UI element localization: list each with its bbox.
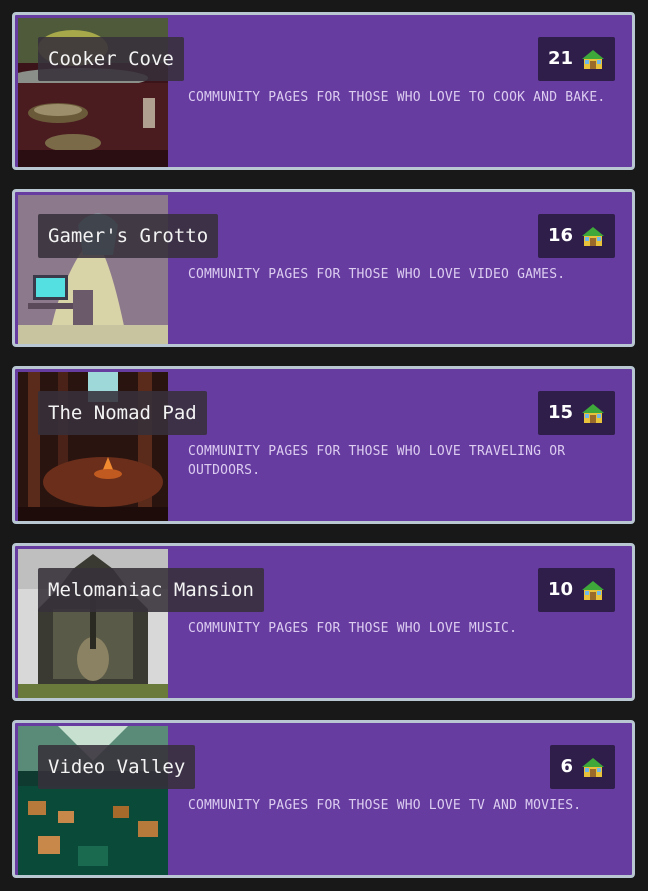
community-card-melomaniac-mansion[interactable]: Melomaniac Mansion 10 COMMUNITY PAGES FO… xyxy=(12,543,635,701)
community-description: COMMUNITY PAGES FOR THOSE WHO LOVE VIDEO… xyxy=(188,267,566,282)
page-count-badge: 16 xyxy=(537,214,615,258)
house-icon xyxy=(581,401,605,425)
house-icon xyxy=(581,578,605,602)
community-card-the-nomad-pad[interactable]: The Nomad Pad 15 COMMUNITY PAGES FOR THO… xyxy=(12,366,635,524)
community-list: Cooker Cove 21 COMMUNITY PAGES FOR THOSE… xyxy=(0,0,648,891)
house-icon xyxy=(581,47,605,71)
house-icon xyxy=(581,755,605,779)
community-title: Cooker Cove xyxy=(38,37,184,81)
community-description: COMMUNITY PAGES FOR THOSE WHO LOVE TRAVE… xyxy=(188,444,566,478)
page-count: 15 xyxy=(547,402,573,423)
house-icon xyxy=(581,224,605,248)
page-count-badge: 6 xyxy=(550,745,615,789)
page-count-badge: 10 xyxy=(537,568,615,612)
community-description: COMMUNITY PAGES FOR THOSE WHO LOVE MUSIC… xyxy=(188,621,518,636)
community-card-gamers-grotto[interactable]: Gamer's Grotto 16 COMMUNITY PAGES FOR TH… xyxy=(12,189,635,347)
community-card-cooker-cove[interactable]: Cooker Cove 21 COMMUNITY PAGES FOR THOSE… xyxy=(12,12,635,170)
community-title: The Nomad Pad xyxy=(38,391,207,435)
community-title: Video Valley xyxy=(38,745,196,789)
community-card-video-valley[interactable]: Video Valley 6 COMMUNITY PAGES FOR THOSE… xyxy=(12,720,635,878)
community-title: Gamer's Grotto xyxy=(38,214,219,258)
page-count: 6 xyxy=(560,756,573,777)
page-count-badge: 15 xyxy=(537,391,615,435)
community-description: COMMUNITY PAGES FOR THOSE WHO LOVE TO CO… xyxy=(188,90,606,105)
page-count: 16 xyxy=(547,225,573,246)
page-count: 10 xyxy=(547,579,573,600)
page-count: 21 xyxy=(547,48,573,69)
community-title: Melomaniac Mansion xyxy=(38,568,264,612)
community-description: COMMUNITY PAGES FOR THOSE WHO LOVE TV AN… xyxy=(188,798,582,813)
page-count-badge: 21 xyxy=(537,37,615,81)
